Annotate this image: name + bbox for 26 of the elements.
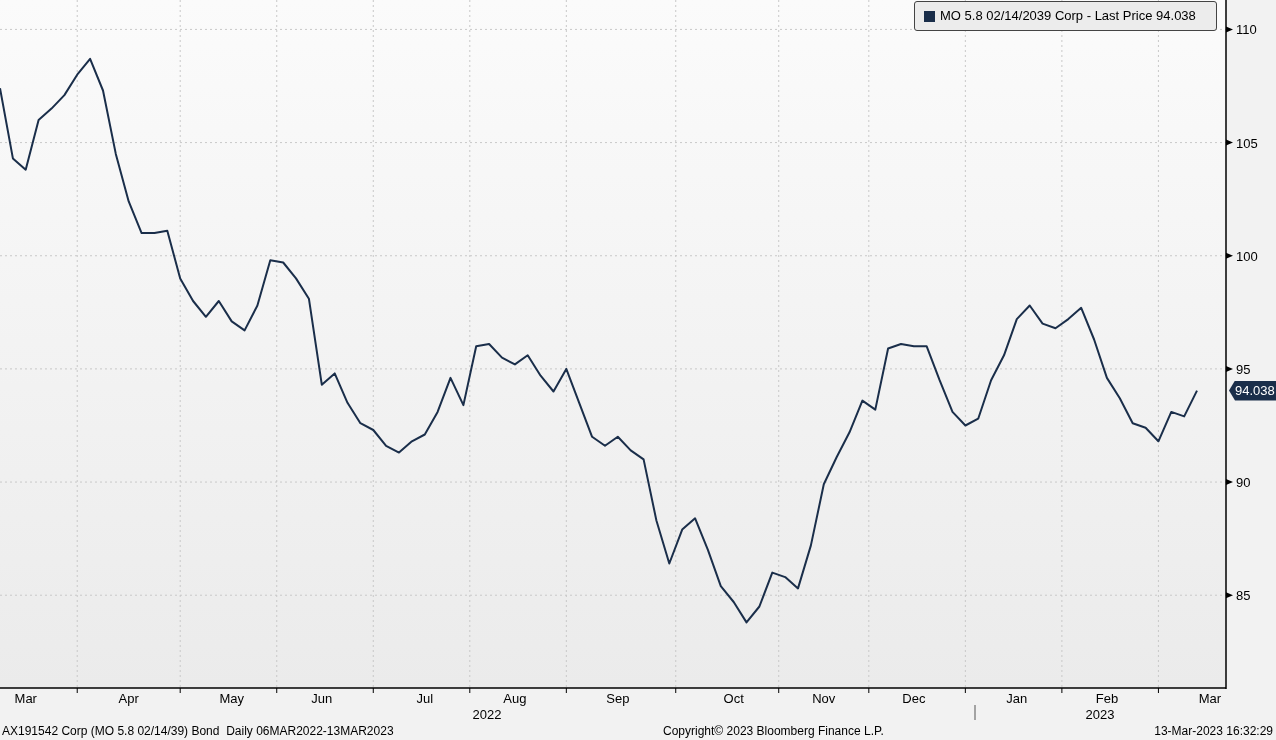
x-tick-label: Jul [416,691,434,706]
y-tick-label: 105 [1236,135,1258,151]
x-tick-label: Mar [1198,691,1222,706]
last-price-tag: 94.038 [1229,380,1276,401]
legend-label: MO 5.8 02/14/2039 Corp - Last Price 94.038 [940,7,1196,26]
timestamp: 13-Mar-2023 16:32:29 [1154,723,1273,739]
x-tick-label: Oct [723,691,744,706]
x-tick-label: Feb [1095,691,1119,706]
x-tick-label: Dec [902,691,926,706]
y-tick-label: 95 [1236,361,1251,377]
x-tick-label: Jan [1006,691,1028,706]
year-label: 2022 [472,707,502,720]
x-tick-label: Mar [14,691,37,706]
copyright-notice: Copyright© 2023 Bloomberg Finance L.P. [663,723,884,739]
x-tick-label: May [219,691,244,706]
year-label: 2023 [1085,707,1115,720]
x-tick-label: Apr [118,691,139,706]
x-tick-label: Aug [503,691,527,706]
y-tick-label: 110 [1236,22,1257,38]
security-description: AX191542 Corp (MO 5.8 02/14/39) Bond Daily 06MAR2022-13MAR2023 [2,723,394,739]
x-tick-label: Sep [606,691,630,706]
y-tick-label: 90 [1236,475,1251,491]
y-tick-label: 85 [1236,588,1251,604]
x-tick-label: Jun [311,691,333,706]
x-tick-label: Nov [812,691,836,706]
y-tick-label: 100 [1236,248,1258,264]
